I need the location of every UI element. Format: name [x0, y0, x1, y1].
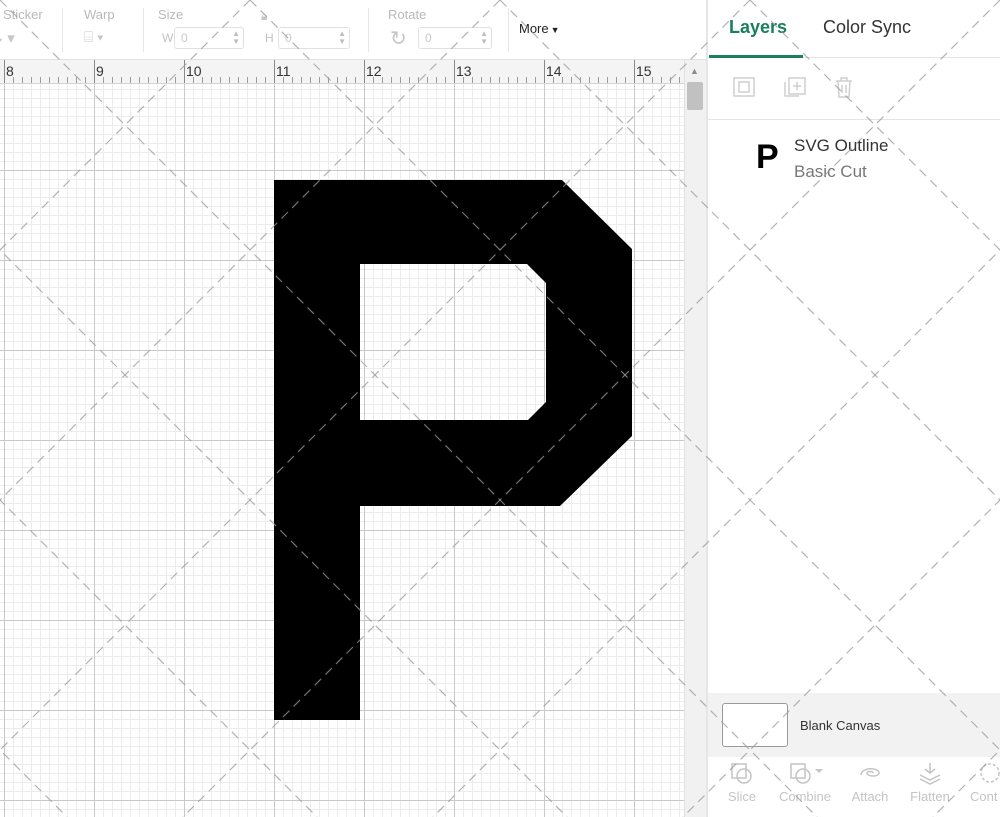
layer-name: SVG Outline	[794, 136, 889, 155]
letter-p-shape[interactable]	[0, 84, 684, 817]
ruler-major-tick	[94, 60, 95, 83]
tab-color-sync[interactable]: Color Sync	[823, 17, 911, 38]
duplicate-icon[interactable]	[783, 76, 807, 98]
layer-thumbnail: P	[756, 138, 779, 176]
flatten-label: Flatten	[910, 789, 950, 804]
width-value: 0	[181, 31, 188, 45]
layers-panel: Layers Color Sync P SVG Outline Basic Cu…	[708, 0, 1000, 817]
ruler-number: 8	[6, 63, 14, 79]
attach-button[interactable]: Attach	[850, 761, 890, 804]
ruler-major-tick	[634, 60, 635, 83]
blank-canvas-row: Blank Canvas	[708, 693, 1000, 757]
flatten-icon	[919, 763, 941, 785]
ruler-major-tick	[544, 60, 545, 83]
scroll-up-icon[interactable]: ▲	[690, 66, 699, 76]
edit-toolbar: Sticker ◒ ▾ Warp ⌸ ▾ Size W 0 ▲▼ 🔒︎ H 0 …	[0, 0, 707, 60]
sticker-label: Sticker	[3, 7, 43, 22]
ruler-major-tick	[454, 60, 455, 83]
chevron-down-icon: ▼	[550, 25, 560, 35]
warp-label: Warp	[84, 7, 115, 22]
height-input[interactable]: 0 ▲ ▼	[278, 27, 350, 49]
slice-label: Slice	[727, 789, 757, 804]
ruler-number: 15	[636, 63, 652, 79]
combine-label: Combine	[778, 789, 832, 804]
attach-icon	[860, 768, 880, 777]
tab-layers[interactable]: Layers	[729, 17, 787, 38]
ruler-major-tick	[364, 60, 365, 83]
more-button[interactable]: More ▼	[519, 21, 560, 36]
combine-icon	[790, 763, 823, 784]
toolbar-divider	[62, 8, 63, 52]
slice-icon	[731, 763, 752, 784]
toolbar-divider	[368, 8, 369, 52]
combine-button[interactable]: Combine	[776, 761, 834, 804]
layer-tools	[708, 58, 1000, 120]
width-prefix: W	[162, 31, 174, 45]
ruler-number: 14	[546, 63, 562, 79]
width-stepper-icon[interactable]: ▲ ▼	[232, 30, 240, 46]
attach-label: Attach	[851, 789, 889, 804]
sticker-group: Sticker ◒ ▾	[0, 0, 60, 60]
more-label: More	[519, 21, 549, 36]
layer-operation[interactable]: Basic Cut	[794, 162, 867, 182]
svg-outline-path[interactable]	[274, 180, 632, 720]
vertical-scrollbar[interactable]: ▲	[684, 60, 706, 817]
warp-group: Warp ⌸ ▾	[72, 0, 142, 60]
delete-icon[interactable]	[832, 76, 856, 98]
ruler-number: 9	[96, 63, 104, 79]
height-value: 0	[285, 31, 292, 45]
group-icon[interactable]	[732, 76, 756, 98]
height-stepper-icon[interactable]: ▲ ▼	[338, 30, 346, 46]
width-input[interactable]: 0 ▲ ▼	[174, 27, 244, 49]
layer-item[interactable]: P SVG Outline Basic Cut	[708, 124, 1000, 192]
rotate-value: 0	[425, 31, 432, 45]
contour-button[interactable]: Cont	[970, 761, 1000, 804]
flatten-button[interactable]: Flatten	[908, 761, 952, 804]
warp-icon[interactable]: ⌸ ▾	[84, 29, 103, 46]
ruler-major-tick	[184, 60, 185, 83]
sticker-toggle-icon[interactable]: ◒ ▾	[0, 29, 15, 47]
panel-tabs: Layers Color Sync	[708, 0, 1000, 58]
size-group: Size W 0 ▲ ▼ 🔒︎ H 0 ▲ ▼	[150, 0, 360, 60]
blank-canvas-label: Blank Canvas	[800, 718, 881, 733]
ruler-major-tick	[274, 60, 275, 83]
size-label: Size	[158, 7, 184, 22]
ruler-number: 10	[186, 63, 202, 79]
slice-button[interactable]: Slice	[726, 761, 758, 804]
ruler-number: 11	[276, 63, 291, 79]
rotate-stepper-icon[interactable]: ▲ ▼	[480, 30, 488, 46]
blank-canvas-swatch[interactable]	[722, 703, 788, 747]
contour-label: Cont	[970, 789, 998, 804]
rotate-group: Rotate ↻ 0 ▲ ▼	[378, 0, 498, 60]
height-prefix: H	[265, 31, 274, 45]
design-canvas[interactable]	[0, 84, 684, 817]
rotate-input[interactable]: 0 ▲ ▼	[418, 27, 492, 49]
horizontal-ruler: 8 9 10 11 12 13 14 15	[0, 60, 684, 84]
ruler-number: 12	[366, 63, 382, 79]
scroll-thumb[interactable]	[687, 82, 703, 110]
ruler-number: 13	[456, 63, 472, 79]
toolbar-divider	[508, 8, 509, 52]
lock-icon[interactable]: 🔒︎	[261, 9, 267, 24]
rotate-icon[interactable]: ↻	[390, 26, 407, 51]
toolbar-divider	[143, 8, 144, 52]
layer-actions: Slice Combine Attach Flatten Cont	[708, 757, 1000, 817]
rotate-label: Rotate	[388, 7, 427, 22]
contour-icon	[980, 763, 1000, 783]
ruler-major-tick	[4, 60, 5, 83]
